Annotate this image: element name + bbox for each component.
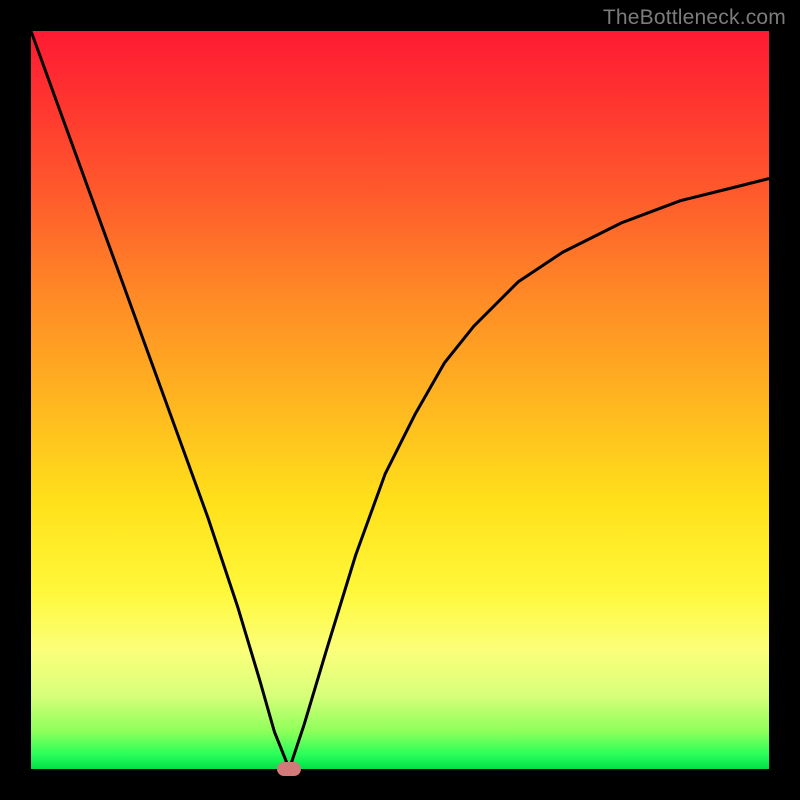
optimal-marker — [277, 762, 301, 776]
bottleneck-curve — [31, 31, 769, 769]
curve-path — [31, 31, 769, 769]
chart-frame: TheBottleneck.com — [0, 0, 800, 800]
plot-area — [31, 31, 769, 769]
watermark-text: TheBottleneck.com — [603, 6, 786, 30]
